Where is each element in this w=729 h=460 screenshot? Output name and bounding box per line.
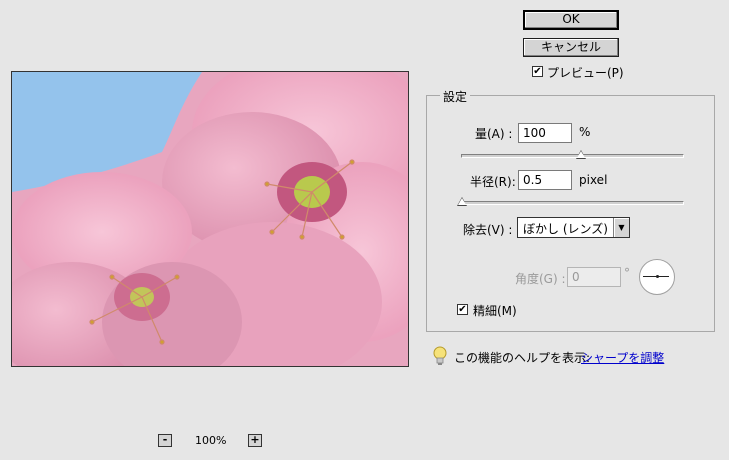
blossom-photo xyxy=(12,72,408,366)
zoom-in-button[interactable]: + xyxy=(248,434,262,447)
radius-slider[interactable] xyxy=(461,201,684,205)
angle-field[interactable]: 0 xyxy=(567,267,621,287)
angle-dial[interactable] xyxy=(639,259,675,295)
angle-label: 角度(G) : xyxy=(515,272,566,286)
radius-label: 半径(R): xyxy=(470,175,516,189)
remove-label: 除去(V) : xyxy=(463,223,513,237)
help-link[interactable]: シャープを調整 xyxy=(581,349,664,366)
more-accurate-label: 精細(M) xyxy=(473,304,517,318)
ok-button[interactable]: OK xyxy=(523,10,619,30)
zoom-out-button[interactable]: - xyxy=(158,434,172,447)
angle-unit: ° xyxy=(624,266,630,280)
preview-label: プレビュー(P) xyxy=(547,66,624,80)
amount-field[interactable]: 100 xyxy=(518,123,572,143)
amount-slider-thumb[interactable] xyxy=(576,150,586,159)
radius-slider-thumb[interactable] xyxy=(457,197,467,206)
angle-dial-center xyxy=(656,275,659,278)
amount-unit: % xyxy=(579,125,591,139)
amount-label: 量(A) : xyxy=(475,127,513,141)
help-text: この機能のヘルプを表示: xyxy=(454,351,591,365)
radius-unit: pixel xyxy=(579,173,608,187)
preview-checkbox[interactable]: ✔ xyxy=(532,66,543,77)
settings-group-label: 設定 xyxy=(440,88,471,105)
lightbulb-icon xyxy=(433,346,447,365)
amount-slider[interactable] xyxy=(461,154,684,158)
cancel-button[interactable]: キャンセル xyxy=(523,38,619,57)
zoom-level: 100% xyxy=(195,434,227,447)
remove-select-value: ぼかし (レンズ) xyxy=(523,222,608,236)
more-accurate-checkbox[interactable]: ✔ xyxy=(457,304,468,315)
radius-field[interactable]: 0.5 xyxy=(518,170,572,190)
chevron-down-icon[interactable]: ▼ xyxy=(613,218,629,237)
remove-select[interactable]: ぼかし (レンズ) ▼ xyxy=(517,217,630,238)
preview-image[interactable] xyxy=(11,71,409,367)
